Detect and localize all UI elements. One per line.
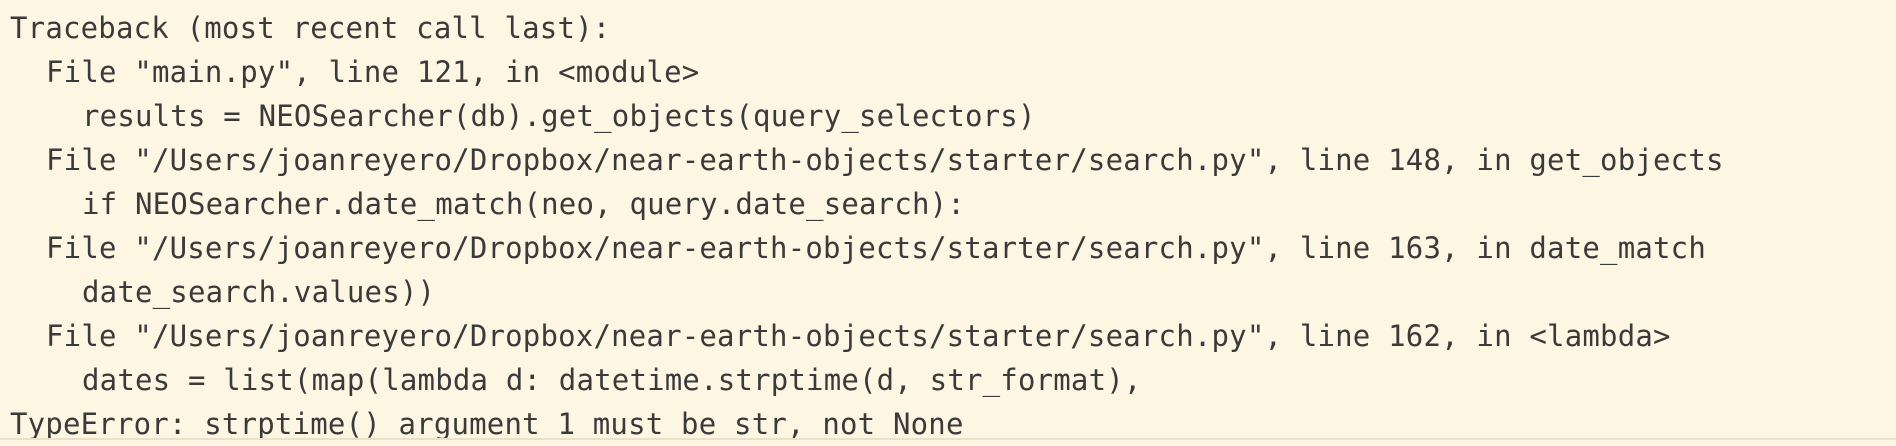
frame-4-code: dates = list(map(lambda d: datetime.strp… <box>82 363 1142 397</box>
frame-2-code: if NEOSearcher.date_match(neo, query.dat… <box>82 187 965 221</box>
frame-1-location: File "main.py", line 121, in <module> <box>46 55 700 89</box>
terminal-output: Traceback (most recent call last): File … <box>0 0 1896 441</box>
frame-4-location: File "/Users/joanreyero/Dropbox/near-ear… <box>46 319 1671 353</box>
frame-2-location: File "/Users/joanreyero/Dropbox/near-ear… <box>46 143 1724 177</box>
frame-1-code: results = NEOSearcher(db).get_objects(qu… <box>82 99 1036 133</box>
frame-3-location: File "/Users/joanreyero/Dropbox/near-ear… <box>46 231 1706 265</box>
traceback-header: Traceback (most recent call last): <box>10 11 611 45</box>
frame-3-code: date_search.values)) <box>82 275 436 309</box>
